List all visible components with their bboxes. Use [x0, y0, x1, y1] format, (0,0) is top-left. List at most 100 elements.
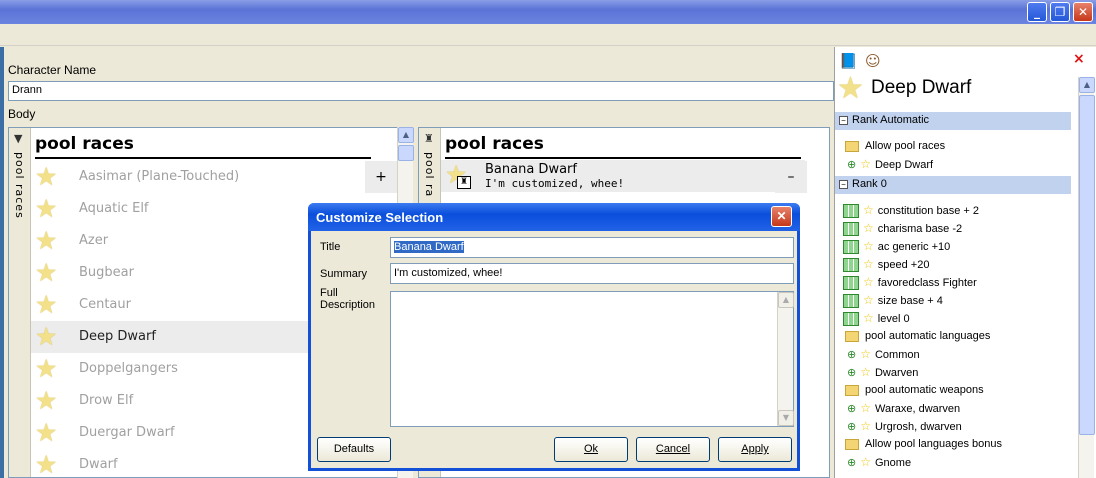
tree-item[interactable]: ☆ ac generic +10: [843, 237, 950, 255]
title-input-value: Banana Dwarf: [394, 241, 464, 253]
star-icon: ☆: [863, 221, 874, 235]
tree-item-label: speed +20: [877, 259, 930, 271]
tree-item[interactable]: pool automatic languages: [845, 327, 990, 345]
star-icon: ★: [35, 386, 58, 415]
cancel-button[interactable]: Cancel: [636, 437, 710, 462]
race-list-item[interactable]: ★ Aasimar (Plane-Touched): [31, 161, 361, 193]
summary-input[interactable]: I'm customized, whee!: [390, 263, 794, 284]
tree-item[interactable]: ⊕ ☆ Deep Dwarf: [847, 155, 933, 173]
star-icon: ☆: [860, 157, 871, 171]
tree-item[interactable]: ☆ constitution base + 2: [843, 201, 979, 219]
character-name-input[interactable]: Drann: [8, 81, 834, 101]
customized-icon: ♜: [457, 176, 471, 189]
bonus-grid-icon: [843, 204, 859, 219]
maximize-button[interactable]: ❐: [1050, 2, 1070, 22]
tree-item[interactable]: ☆ size base + 4: [843, 291, 943, 309]
tree-item[interactable]: pool automatic weapons: [845, 381, 984, 399]
folder-icon: [845, 330, 859, 342]
scroll-down-icon[interactable]: ▼: [778, 410, 794, 426]
tree-item[interactable]: ☆ speed +20: [843, 255, 929, 273]
add-race-button[interactable]: +: [365, 161, 397, 193]
tree-item-label: size base + 4: [877, 295, 943, 307]
tree-item-label: Deep Dwarf: [874, 159, 934, 171]
star-icon: ☆: [860, 347, 871, 361]
left-pool-tab-label: pool races: [13, 152, 26, 219]
scroll-thumb[interactable]: [398, 145, 414, 161]
minimize-button[interactable]: _: [1027, 2, 1047, 22]
bonus-grid-icon: [843, 276, 859, 291]
detail-scrollbar[interactable]: ▲: [1078, 77, 1095, 478]
star-icon: ☆: [863, 311, 874, 325]
title-input[interactable]: Banana Dwarf: [390, 237, 794, 258]
tree-item[interactable]: ☆ favoredclass Fighter: [843, 273, 977, 291]
tree-item[interactable]: Allow pool races: [845, 137, 945, 155]
dialog-title: Customize Selection: [316, 210, 444, 225]
right-pool-header: pool races: [445, 134, 544, 154]
filter-icon[interactable]: ▼: [14, 132, 22, 145]
rank-0-header[interactable]: − Rank 0: [835, 176, 1071, 194]
full-description-label: Full Description: [320, 287, 376, 311]
tree-item[interactable]: ⊕ ☆ Common: [847, 345, 920, 363]
star-icon: ★: [35, 450, 58, 478]
tree-item-label: Waraxe, dwarven: [874, 403, 961, 415]
tree-item[interactable]: ☆ level 0: [843, 309, 910, 327]
tree-item-label: Gnome: [874, 457, 912, 469]
full-description-textarea[interactable]: ▲ ▼: [390, 291, 794, 427]
tree-item[interactable]: Allow pool languages bonus: [845, 435, 1002, 453]
star-icon: ☆: [860, 455, 871, 469]
star-icon: ★: [35, 322, 58, 351]
title-label: Title: [320, 241, 341, 253]
node-icon: ⊕: [847, 349, 857, 361]
star-icon: ★: [837, 71, 864, 106]
tree-item-label: level 0: [877, 313, 910, 325]
tree-item[interactable]: ⊕ ☆ Gnome: [847, 453, 911, 471]
tree-item[interactable]: ⊕ ☆ Dwarven: [847, 363, 918, 381]
collapse-icon[interactable]: −: [839, 115, 848, 125]
close-window-button[interactable]: ✕: [1073, 2, 1093, 22]
description-scrollbar[interactable]: ▲ ▼: [777, 292, 794, 426]
scroll-up-icon[interactable]: ▲: [778, 292, 794, 308]
tree-item-label: Allow pool races: [865, 140, 946, 152]
folder-icon: [845, 140, 859, 152]
dialog-close-button[interactable]: ✕: [771, 206, 792, 227]
race-name: Duergar Dwarf: [79, 425, 175, 440]
node-icon: ⊕: [847, 403, 857, 415]
close-panel-icon[interactable]: ×: [1073, 51, 1085, 67]
race-name: Dwarf: [79, 457, 118, 472]
tree-item-label: Common: [874, 349, 920, 361]
bonus-grid-icon: [843, 312, 859, 327]
dialog-title-bar: Customize Selection ✕: [308, 203, 800, 231]
tree-item[interactable]: ⊕ ☆ Urgrosh, dwarven: [847, 417, 962, 435]
defaults-button[interactable]: Defaults: [317, 437, 391, 462]
ok-button[interactable]: Ok: [554, 437, 628, 462]
selected-race-title: Banana Dwarf: [485, 162, 577, 177]
menu-bar: [0, 24, 1096, 46]
scroll-up-icon[interactable]: ▲: [1079, 77, 1095, 93]
selected-race-summary: I'm customized, whee!: [485, 177, 625, 190]
rank-automatic-header[interactable]: − Rank Automatic: [835, 112, 1071, 130]
node-icon: ⊕: [847, 367, 857, 379]
scroll-up-icon[interactable]: ▲: [398, 127, 414, 143]
tree-item[interactable]: ⊕ ☆ Waraxe, dwarven: [847, 399, 960, 417]
race-list-item[interactable]: ★ Deep Dwarf: [31, 321, 317, 353]
left-pool-side-tab[interactable]: ▼ pool races: [9, 128, 31, 477]
character-icon[interactable]: ☺: [865, 52, 881, 70]
book-icon[interactable]: 📘: [839, 52, 858, 70]
race-name: Azer: [79, 233, 109, 248]
tree-item[interactable]: ☆ charisma base -2: [843, 219, 962, 237]
selected-race-row[interactable]: ★ ♜ Banana Dwarf I'm customized, whee!: [441, 160, 805, 192]
summary-label: Summary: [320, 268, 368, 280]
apply-button[interactable]: Apply: [718, 437, 792, 462]
collapse-icon[interactable]: −: [839, 179, 848, 189]
race-name: Drow Elf: [79, 393, 134, 408]
race-name: Deep Dwarf: [79, 329, 156, 344]
rank-0-label: Rank 0: [852, 178, 887, 190]
scroll-thumb[interactable]: [1079, 95, 1095, 435]
race-name: Bugbear: [79, 265, 134, 280]
remove-race-button[interactable]: –: [775, 161, 807, 193]
race-name: Aasimar (Plane-Touched): [79, 169, 240, 184]
star-icon: ☆: [863, 203, 874, 217]
folder-icon: [845, 438, 859, 450]
left-pool-header: pool races: [35, 134, 134, 154]
window-title-bar: _ ❐ ✕: [0, 0, 1096, 24]
